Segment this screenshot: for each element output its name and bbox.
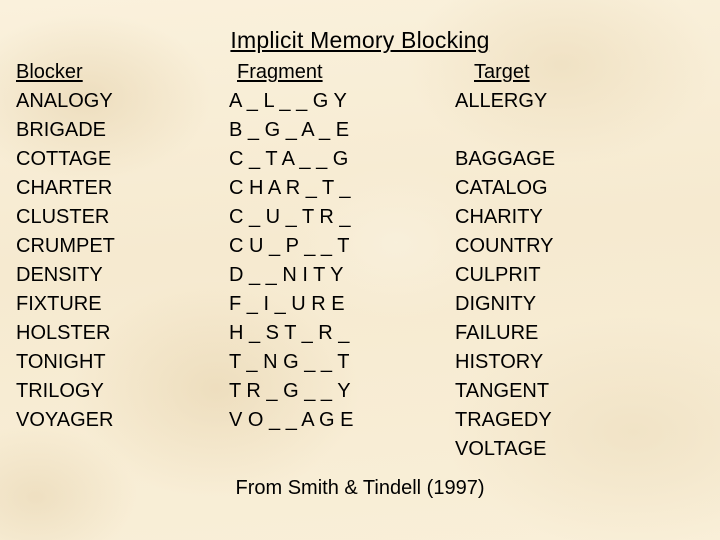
- cell-blocker: HOLSTER: [16, 322, 111, 344]
- cell-blocker: COTTAGE: [16, 148, 112, 170]
- word-fragment-table: Blocker Fragment Target ANALOGY A _ L _ …: [0, 58, 720, 464]
- table-row: VOYAGER V O _ _ A G E TRAGEDY: [0, 406, 720, 435]
- cell-fragment: B _ G _ A _ E: [229, 119, 350, 141]
- cell-target: CATALOG: [455, 177, 548, 199]
- table-row: COTTAGE C _ T A _ _ G BAGGAGE: [0, 145, 720, 174]
- cell-fragment: A _ L _ _ G Y: [229, 90, 347, 112]
- cell-target: FAILURE: [455, 322, 539, 344]
- cell-fragment: F _ I _ U R E: [229, 293, 345, 315]
- slide-canvas: Implicit Memory Blocking Blocker Fragmen…: [0, 0, 720, 540]
- cell-fragment: C U _ P _ _ T: [229, 235, 350, 257]
- cell-blocker: CRUMPET: [16, 235, 115, 257]
- table-header-row: Blocker Fragment Target: [0, 58, 720, 87]
- cell-blocker: FIXTURE: [16, 293, 102, 315]
- column-header-target: Target: [474, 61, 530, 83]
- cell-target: BAGGAGE: [455, 148, 556, 170]
- cell-target: TANGENT: [455, 380, 550, 402]
- table-row: FIXTURE F _ I _ U R E DIGNITY: [0, 290, 720, 319]
- table-row: TONIGHT T _ N G _ _ T HISTORY: [0, 348, 720, 377]
- table-row: ANALOGY A _ L _ _ G Y ALLERGY: [0, 87, 720, 116]
- cell-target: CULPRIT: [455, 264, 541, 286]
- table-row: CLUSTER C _ U _ T R _ CHARITY: [0, 203, 720, 232]
- slide-title: Implicit Memory Blocking: [230, 27, 490, 53]
- cell-blocker: BRIGADE: [16, 119, 107, 141]
- cell-fragment: T _ N G _ _ T: [229, 351, 350, 373]
- table-row: CRUMPET C U _ P _ _ T COUNTRY: [0, 232, 720, 261]
- cell-target: CHARITY: [455, 206, 543, 228]
- table-row: DENSITY D _ _ N I T Y CULPRIT: [0, 261, 720, 290]
- cell-blocker: VOYAGER: [16, 409, 114, 431]
- cell-fragment: C _ T A _ _ G: [229, 148, 349, 170]
- cell-fragment: C H A R _ T _: [229, 177, 351, 199]
- cell-target: ALLERGY: [455, 90, 548, 112]
- cell-target: HISTORY: [455, 351, 544, 373]
- column-header-blocker: Blocker: [16, 61, 83, 83]
- table-row: TRILOGY T R _ G _ _ Y TANGENT: [0, 377, 720, 406]
- table-row: HOLSTER H _ S T _ R _ FAILURE: [0, 319, 720, 348]
- cell-blocker: DENSITY: [16, 264, 103, 286]
- cell-blocker: TONIGHT: [16, 351, 106, 373]
- cell-target: COUNTRY: [455, 235, 554, 257]
- table-row: CHARTER C H A R _ T _ CATALOG: [0, 174, 720, 203]
- cell-fragment: C _ U _ T R _: [229, 206, 351, 228]
- cell-blocker: ANALOGY: [16, 90, 113, 112]
- cell-fragment: H _ S T _ R _: [229, 322, 350, 344]
- cell-blocker: TRILOGY: [16, 380, 104, 402]
- cell-target: DIGNITY: [455, 293, 537, 315]
- cell-target: VOLTAGE: [455, 438, 547, 460]
- cell-fragment: T R _ G _ _ Y: [229, 380, 351, 402]
- source-citation: From Smith & Tindell (1997): [235, 477, 485, 499]
- cell-target: TRAGEDY: [455, 409, 552, 431]
- cell-fragment: D _ _ N I T Y: [229, 264, 344, 286]
- table-row: VOLTAGE: [0, 435, 720, 464]
- table-row: BRIGADE B _ G _ A _ E: [0, 116, 720, 145]
- column-header-fragment: Fragment: [237, 61, 323, 83]
- cell-blocker: CHARTER: [16, 177, 113, 199]
- cell-fragment: V O _ _ A G E: [229, 409, 354, 431]
- cell-blocker: CLUSTER: [16, 206, 110, 228]
